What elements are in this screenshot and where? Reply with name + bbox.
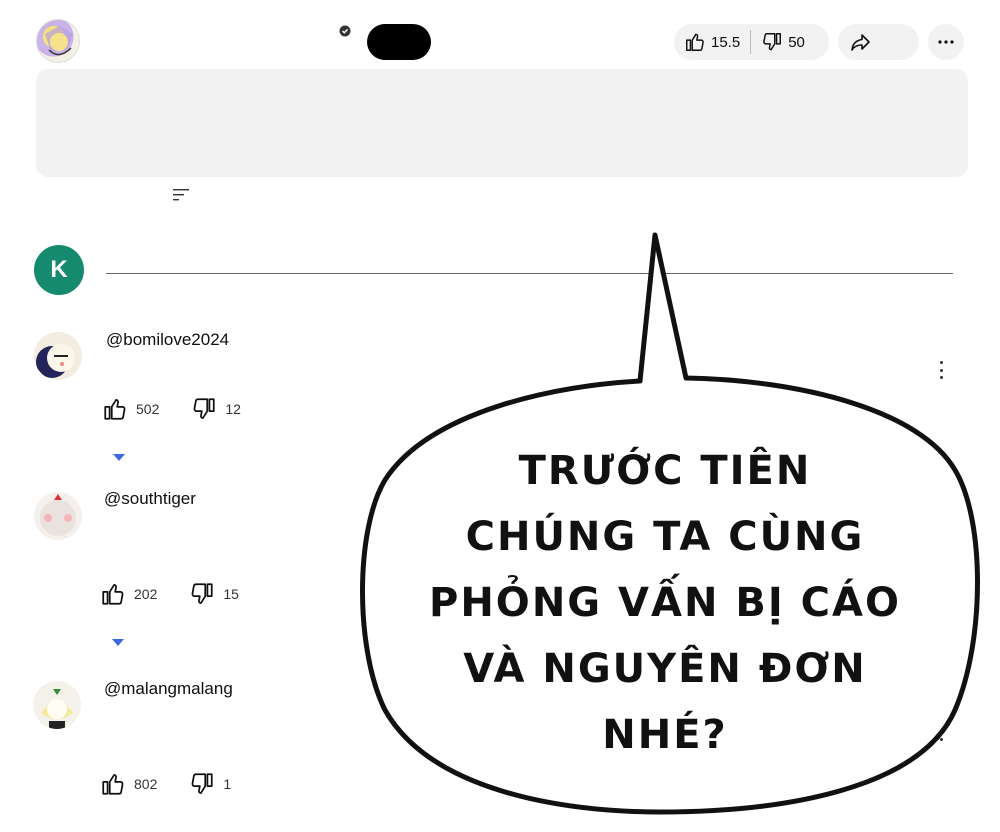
thumbs-up-icon[interactable]	[100, 771, 126, 797]
bubble-line: CHÚNG TA CÙNG	[465, 514, 865, 560]
comment-like-count: 502	[136, 401, 160, 417]
thumbs-down-icon[interactable]	[189, 581, 215, 607]
comment-author[interactable]: @malangmalang	[104, 679, 233, 699]
share-icon	[851, 34, 870, 51]
like-dislike-group: 15.5 50	[674, 24, 829, 60]
bubble-line: TRƯỚC TIÊN	[518, 448, 812, 494]
comment-actions: 502 12	[102, 396, 241, 422]
thumbs-down-icon	[763, 33, 782, 51]
thumbs-up-icon[interactable]	[102, 396, 128, 422]
comment-author[interactable]: @bomilove2024	[106, 330, 229, 350]
add-comment-input[interactable]	[106, 273, 953, 274]
user-avatar: K	[34, 245, 84, 295]
comment-like-count: 202	[134, 586, 158, 602]
kebab-icon[interactable]	[938, 525, 944, 543]
kebab-icon[interactable]	[938, 361, 944, 379]
redacted-channel-name	[367, 24, 431, 60]
kebab-icon[interactable]	[938, 723, 944, 741]
more-button[interactable]	[928, 24, 964, 60]
channel-avatar[interactable]	[36, 19, 80, 63]
comment-actions: 202 15	[100, 581, 239, 607]
more-icon	[938, 40, 954, 44]
thumbs-down-icon[interactable]	[191, 396, 217, 422]
comment-like-count: 802	[134, 776, 158, 792]
thumbs-up-icon[interactable]	[100, 581, 126, 607]
sort-icon[interactable]	[171, 186, 191, 204]
bubble-line: VÀ NGUYÊN ĐƠN	[463, 646, 867, 692]
thumbs-down-icon[interactable]	[189, 771, 215, 797]
dislike-button[interactable]: 50	[751, 24, 815, 60]
chevron-down-icon[interactable]	[112, 634, 124, 646]
commenter-avatar[interactable]	[34, 332, 82, 380]
chevron-down-icon[interactable]	[113, 449, 125, 461]
verified-icon	[339, 24, 351, 37]
bubble-line: PHỎNG VẤN BỊ CÁO	[429, 580, 901, 626]
comment-dislike-count: 1	[223, 776, 232, 792]
like-button[interactable]: 15.5	[674, 24, 750, 60]
commenter-avatar[interactable]	[34, 492, 82, 540]
comment-actions: 802 1	[100, 771, 231, 797]
comment-dislike-count: 15	[223, 586, 239, 602]
like-count: 15.5	[711, 33, 741, 51]
comment-dislike-count: 12	[225, 401, 241, 417]
dislike-count: 50	[788, 33, 805, 51]
comment-author[interactable]: @southtiger	[104, 489, 196, 509]
thumbs-up-icon	[686, 33, 704, 51]
share-button[interactable]	[838, 24, 919, 60]
bubble-line: NHÉ?	[602, 712, 728, 758]
speech-bubble-text: TRƯỚC TIÊN CHÚNG TA CÙNG PHỎNG VẤN BỊ CÁ…	[405, 438, 925, 768]
description-box[interactable]	[36, 69, 968, 177]
commenter-avatar[interactable]	[33, 681, 81, 729]
